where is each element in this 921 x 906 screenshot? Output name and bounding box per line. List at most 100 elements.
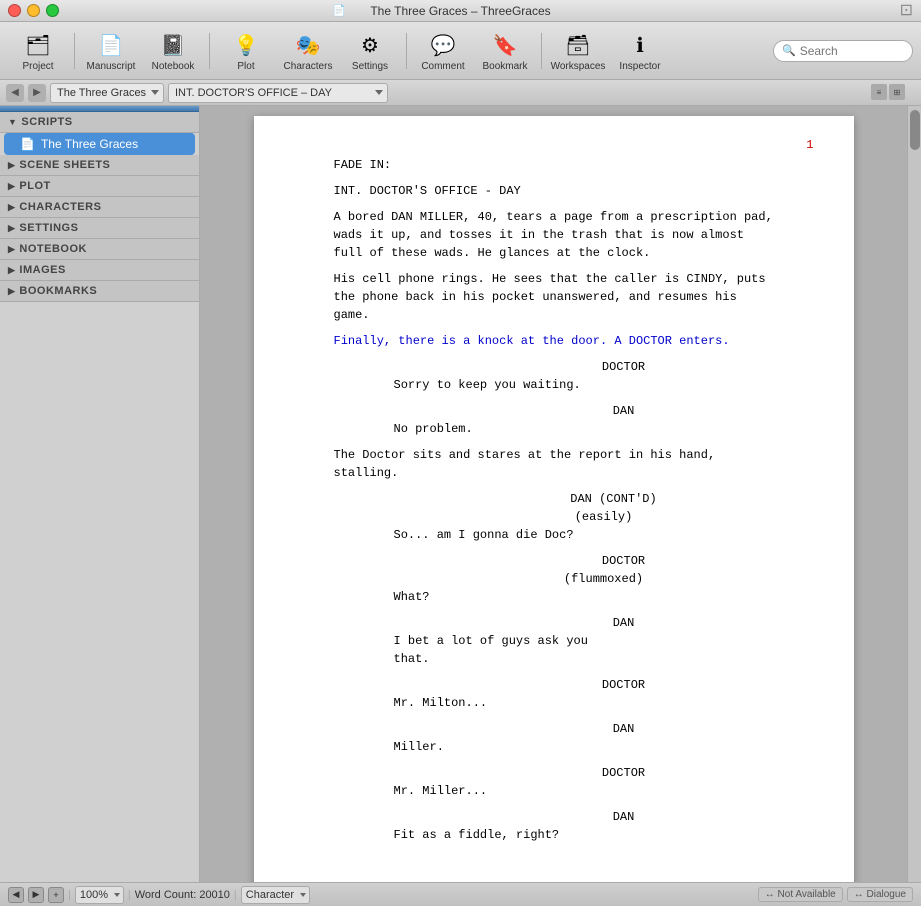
maximize-button[interactable]: [46, 4, 59, 17]
action-line-1: A bored DAN MILLER, 40, tears a page fro…: [334, 208, 794, 262]
search-box[interactable]: 🔍: [773, 40, 913, 62]
manuscript-label: Manuscript: [87, 61, 136, 72]
characters-button[interactable]: 🎭 Characters: [278, 26, 338, 76]
toolbar: 🗂 Project 📄 Manuscript 📓 Notebook 💡 Plot…: [0, 22, 921, 80]
script-action-1: A bored DAN MILLER, 40, tears a page fro…: [334, 208, 794, 262]
scripts-arrow-icon: ▼: [8, 117, 17, 127]
toolbar-separator-2: [209, 33, 210, 69]
not-available-status: ↔ Not Available: [758, 887, 843, 902]
script-action-4: The Doctor sits and stares at the report…: [334, 446, 794, 482]
notebook-arrow-icon: ▶: [8, 244, 15, 255]
sidebar-header-characters[interactable]: ▶ CHARACTERS: [0, 197, 199, 218]
sidebar-header-bookmarks[interactable]: ▶ BOOKMARKS: [0, 281, 199, 302]
project-button[interactable]: 🗂 Project: [8, 26, 68, 76]
sidebar-header-images[interactable]: ▶ IMAGES: [0, 260, 199, 281]
statusbar: ◀ ▶ + | 100% | Word Count: 20010 | Chara…: [0, 882, 921, 906]
workspaces-button[interactable]: 🗃 Workspaces: [548, 26, 608, 76]
scroll-nub[interactable]: [910, 110, 920, 150]
nav-next-button[interactable]: ▶: [28, 887, 44, 903]
resize-icon: ⊡: [900, 3, 913, 19]
comment-button[interactable]: 💬 Comment: [413, 26, 473, 76]
char-name-7: DAN: [454, 720, 794, 738]
status-sep-2: |: [128, 889, 131, 901]
char-name-5: DAN: [454, 614, 794, 632]
toolbar-separator-3: [406, 33, 407, 69]
list-view-button[interactable]: ≡: [871, 84, 887, 100]
char-name-9: DAN: [454, 808, 794, 826]
comment-icon: 💬: [429, 31, 457, 59]
word-count-label: Word Count: 20010: [135, 889, 230, 901]
nav-prev-button[interactable]: ◀: [8, 887, 24, 903]
minimize-button[interactable]: [27, 4, 40, 17]
settings-label: Settings: [352, 61, 388, 72]
sidebar: ▼ SCRIPTS 📄 The Three Graces ▶ SCENE SHE…: [0, 106, 200, 882]
paren-2: (flummoxed): [414, 570, 794, 588]
sidebar-header-scripts[interactable]: ▼ SCRIPTS: [0, 112, 199, 133]
workspaces-label: Workspaces: [551, 61, 606, 72]
dialogue-2: No problem.: [394, 420, 734, 438]
plot-label: Plot: [237, 61, 254, 72]
add-button[interactable]: +: [48, 887, 64, 903]
paren-1: (easily): [414, 508, 794, 526]
search-input[interactable]: [800, 44, 904, 58]
scene-select[interactable]: INT. DOCTOR'S OFFICE – DAY: [168, 83, 388, 103]
project-icon: 🗂: [24, 31, 52, 59]
nav-forward-button[interactable]: ▶: [28, 84, 46, 102]
plot-arrow-icon: ▶: [8, 181, 15, 192]
inspector-button[interactable]: ℹ Inspector: [610, 26, 670, 76]
characters-label: Characters: [284, 61, 333, 72]
plot-button[interactable]: 💡 Plot: [216, 26, 276, 76]
action-line-4: The Doctor sits and stares at the report…: [334, 446, 794, 482]
main-layout: ▼ SCRIPTS 📄 The Three Graces ▶ SCENE SHE…: [0, 106, 921, 882]
script-dialogue-4: DOCTOR (flummoxed) What?: [334, 552, 794, 606]
settings-arrow-icon: ▶: [8, 223, 15, 234]
notebook-label: Notebook: [152, 61, 195, 72]
bookmark-button[interactable]: 🔖 Bookmark: [475, 26, 535, 76]
inspector-label: Inspector: [619, 61, 660, 72]
script-file-icon: 📄: [20, 137, 35, 151]
script-dialogue-8: DOCTOR Mr. Miller...: [334, 764, 794, 800]
characters-icon: 🎭: [294, 31, 322, 59]
comment-label: Comment: [421, 61, 464, 72]
sidebar-header-plot[interactable]: ▶ PLOT: [0, 176, 199, 197]
script-dialogue-3: DAN (CONT'D) (easily) So... am I gonna d…: [334, 490, 794, 544]
search-magnifier-icon: 🔍: [782, 44, 796, 57]
sidebar-header-notebook[interactable]: ▶ NOTEBOOK: [0, 239, 199, 260]
dialogue-8: Mr. Miller...: [394, 782, 734, 800]
script-scene-1: INT. DOCTOR'S OFFICE - DAY: [334, 182, 794, 200]
dialogue-7: Miller.: [394, 738, 734, 756]
manuscript-button[interactable]: 📄 Manuscript: [81, 26, 141, 76]
scene-heading: INT. DOCTOR'S OFFICE - DAY: [334, 182, 794, 200]
close-button[interactable]: [8, 4, 21, 17]
action-line-2: His cell phone rings. He sees that the c…: [334, 270, 794, 324]
char-name-6: DOCTOR: [454, 676, 794, 694]
sidebar-section-images: ▶ IMAGES: [0, 260, 199, 281]
editor-area[interactable]: 1 FADE IN: INT. DOCTOR'S OFFICE - DAY A …: [200, 106, 907, 882]
scrollbar-right[interactable]: [907, 106, 921, 882]
status-sep-3: |: [234, 889, 237, 901]
notebook-button[interactable]: 📓 Notebook: [143, 26, 203, 76]
script-action-3: Finally, there is a knock at the door. A…: [334, 332, 794, 350]
grid-view-button[interactable]: ⊞: [889, 84, 905, 100]
sidebar-header-settings[interactable]: ▶ SETTINGS: [0, 218, 199, 239]
element-select[interactable]: Character: [241, 886, 310, 904]
images-arrow-icon: ▶: [8, 265, 15, 276]
titlebar: 📄 The Three Graces – ThreeGraces ⊡: [0, 0, 921, 22]
sidebar-section-scripts: ▼ SCRIPTS 📄 The Three Graces: [0, 112, 199, 155]
char-name-1: DOCTOR: [454, 358, 794, 376]
status-sep-1: |: [68, 889, 71, 901]
inspector-icon: ℹ: [626, 31, 654, 59]
nav-back-button[interactable]: ◀: [6, 84, 24, 102]
script-transition: FADE IN:: [334, 156, 794, 174]
sidebar-header-scene-sheets[interactable]: ▶ SCENE SHEETS: [0, 155, 199, 176]
sidebar-section-plot: ▶ PLOT: [0, 176, 199, 197]
script-dialogue-9: DAN Fit as a fiddle, right?: [334, 808, 794, 844]
dialogue-5: I bet a lot of guys ask youthat.: [394, 632, 734, 668]
script-dialogue-6: DOCTOR Mr. Milton...: [334, 676, 794, 712]
script-fade-in: FADE IN:: [334, 156, 794, 174]
script-select[interactable]: The Three Graces: [50, 83, 164, 103]
zoom-select[interactable]: 100%: [75, 886, 124, 904]
sidebar-item-three-graces[interactable]: 📄 The Three Graces: [4, 133, 195, 155]
settings-button[interactable]: ⚙ Settings: [340, 26, 400, 76]
script-dialogue-5: DAN I bet a lot of guys ask youthat.: [334, 614, 794, 668]
